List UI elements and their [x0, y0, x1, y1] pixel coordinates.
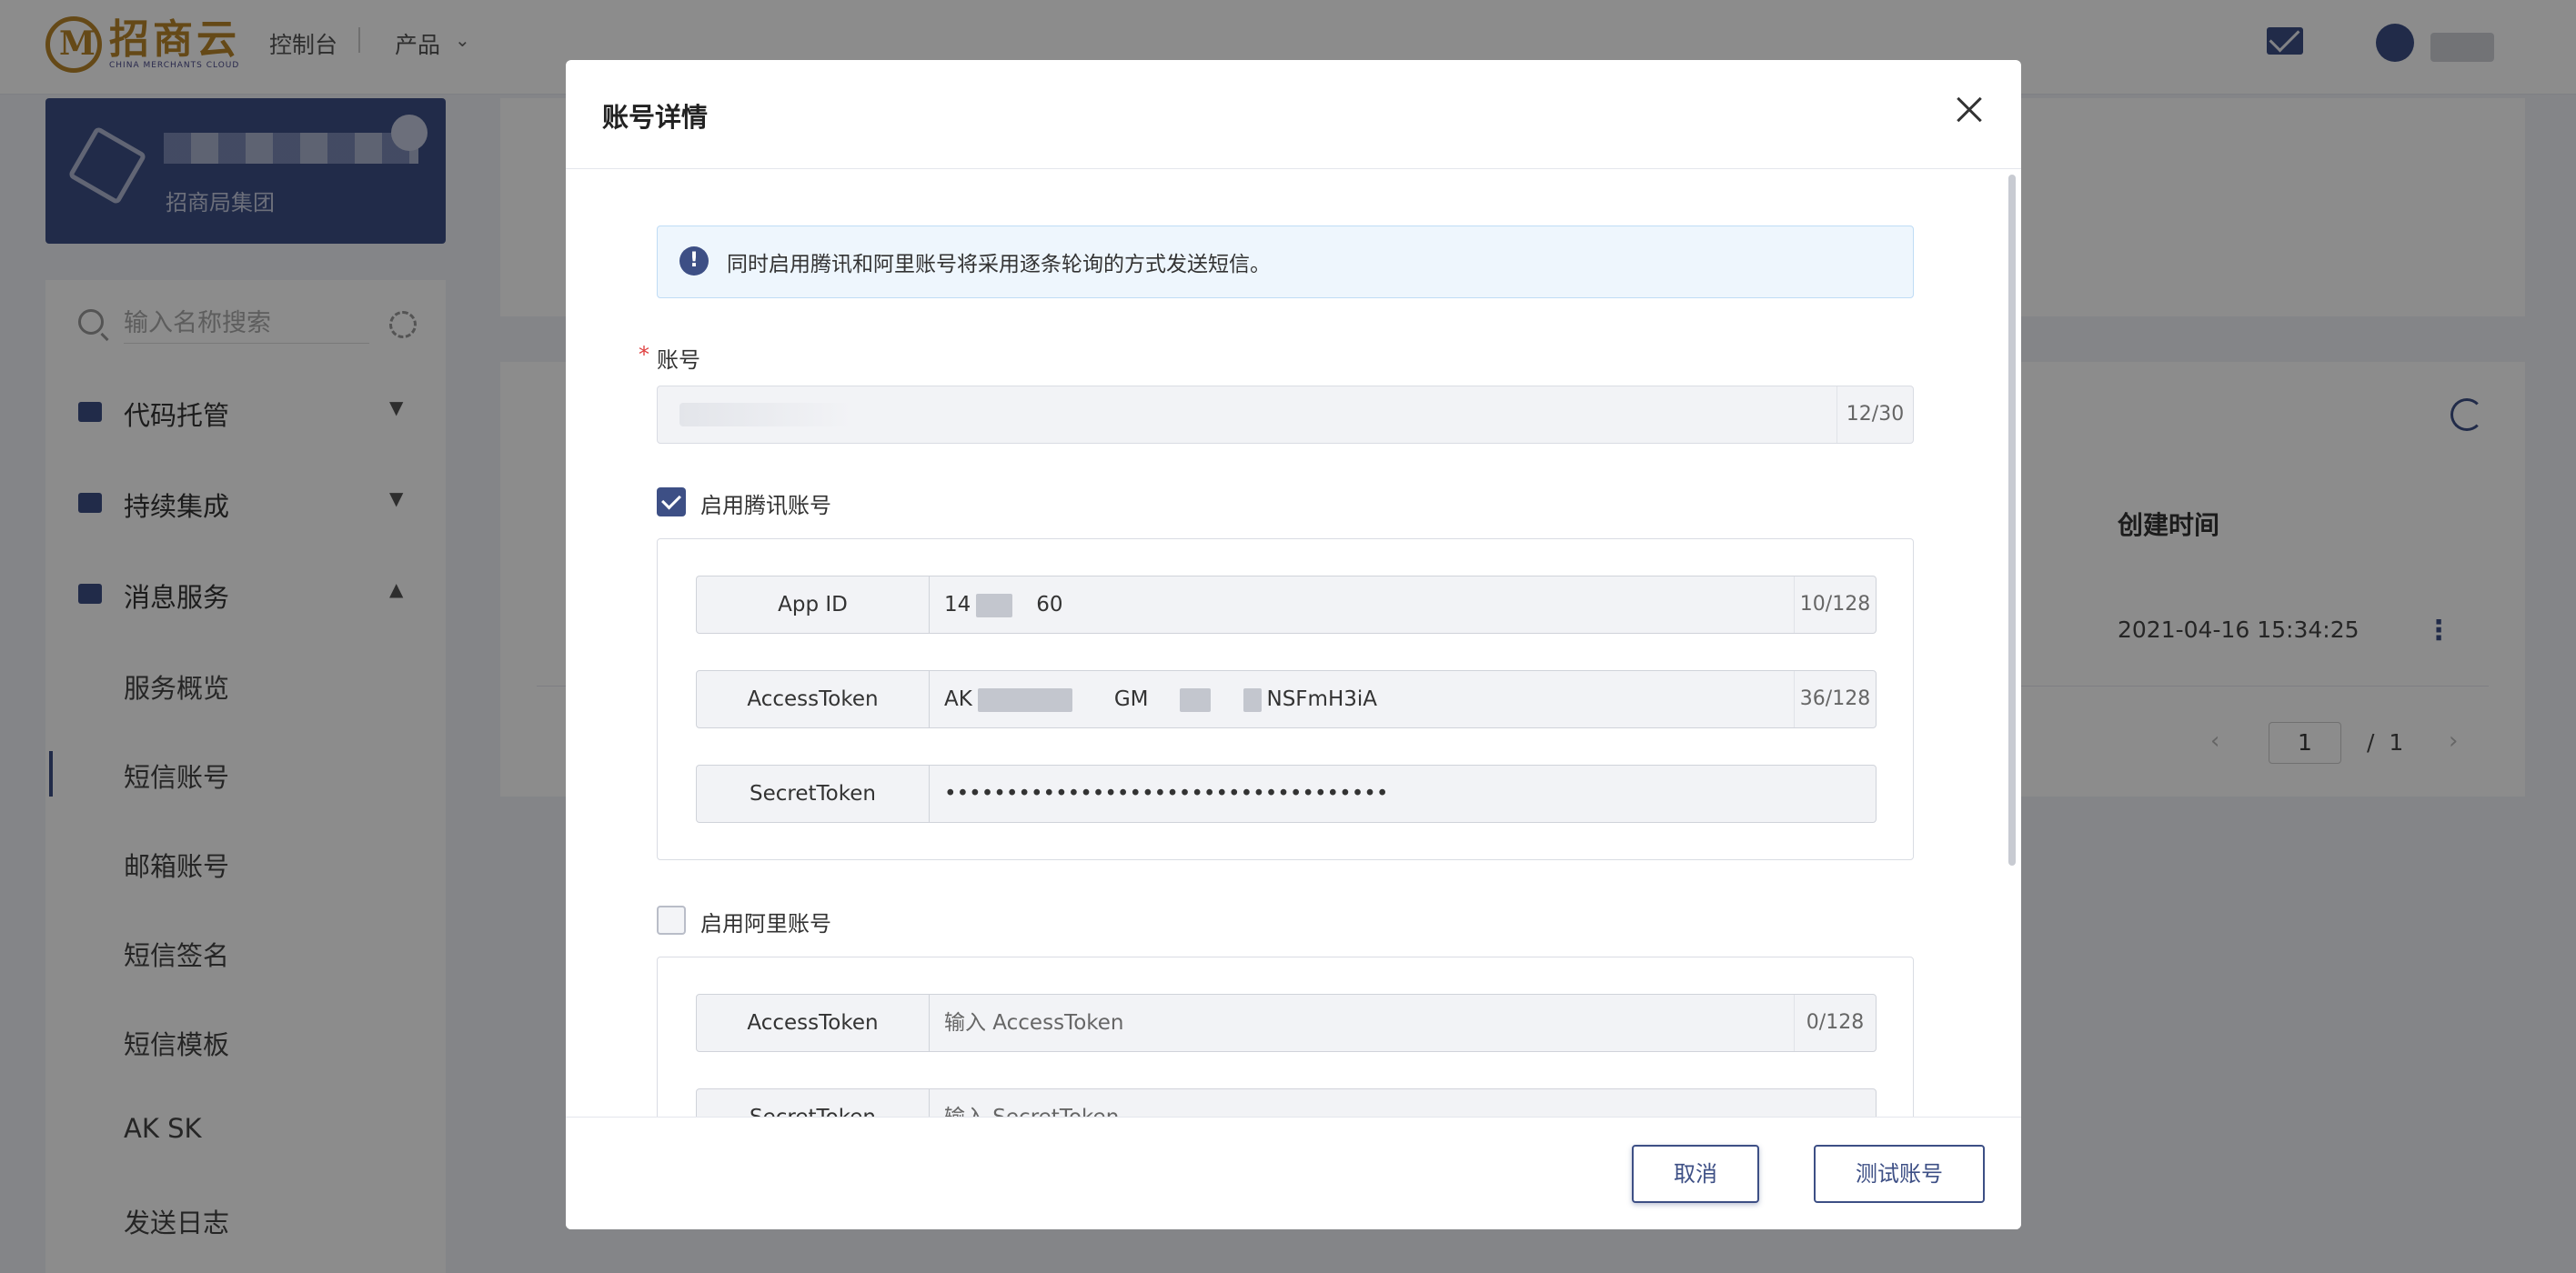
account-label: 账号	[657, 347, 700, 373]
modal-title: 账号详情	[602, 102, 709, 133]
field-key-access-token: AccessToken	[697, 671, 930, 727]
field-key-app-id: App ID	[697, 576, 930, 633]
modal-footer: 取消 测试账号	[566, 1117, 2021, 1229]
redacted-block	[1243, 687, 1262, 712]
modal-scrollbar[interactable]	[2008, 175, 2016, 866]
modal-body: ! 同时启用腾讯和阿里账号将采用逐条轮询的方式发送短信。 * 账号 12/30 …	[566, 169, 2021, 1177]
token-part-3: NSFmH3iA	[1266, 687, 1378, 711]
app-id-suffix: 60	[1036, 593, 1063, 616]
ali-access-token-char-count: 0/128	[1794, 995, 1876, 1051]
ali-access-token-cell	[930, 995, 1803, 1051]
account-char-count: 12/30	[1836, 386, 1913, 443]
account-value-redacted	[679, 403, 852, 426]
redacted-block	[1179, 687, 1211, 712]
tencent-secret-token-field[interactable]: SecretToken ••••••••••••••••••••••••••••…	[696, 765, 1877, 823]
ali-access-token-input[interactable]	[944, 1005, 1763, 1041]
access-token-value[interactable]: AK GM NSFmH3iA	[930, 671, 1803, 727]
redacted-block	[976, 593, 1013, 617]
field-key-access-token: AccessToken	[697, 995, 930, 1051]
access-token-char-count: 36/128	[1794, 671, 1876, 727]
redacted-block	[977, 687, 1072, 712]
cancel-button[interactable]: 取消	[1632, 1145, 1759, 1203]
app-id-value[interactable]: 14 60	[930, 576, 1803, 633]
secret-token-value[interactable]: ••••••••••••••••••••••••••••••••••••	[930, 766, 1803, 822]
info-icon: !	[679, 246, 709, 276]
field-key-secret-token: SecretToken	[697, 766, 930, 822]
app-id-prefix: 14	[944, 593, 971, 616]
app-id-char-count: 10/128	[1794, 576, 1876, 633]
modal-header: 账号详情	[566, 60, 2021, 169]
account-detail-modal: 账号详情 ! 同时启用腾讯和阿里账号将采用逐条轮询的方式发送短信。 * 账号 1…	[566, 60, 2021, 1229]
account-input[interactable]: 12/30	[657, 386, 1914, 444]
ali-access-token-field[interactable]: AccessToken 0/128	[696, 994, 1877, 1052]
tencent-app-id-field[interactable]: App ID 14 60 10/128	[696, 576, 1877, 634]
close-icon[interactable]	[1950, 91, 1988, 129]
test-account-button[interactable]: 测试账号	[1814, 1145, 1985, 1203]
info-alert: ! 同时启用腾讯和阿里账号将采用逐条轮询的方式发送短信。	[657, 226, 1914, 298]
tencent-fields-box: App ID 14 60 10/128 AccessToken AK GM NSFmH…	[657, 538, 1914, 860]
tencent-access-token-field[interactable]: AccessToken AK GM NSFmH3iA 36/128	[696, 670, 1877, 728]
ali-enable-checkbox[interactable]	[657, 906, 686, 935]
ali-enable-label[interactable]: 启用阿里账号	[700, 906, 831, 937]
required-mark: *	[639, 342, 649, 367]
token-part-2: GM	[1113, 687, 1149, 711]
tencent-enable-label[interactable]: 启用腾讯账号	[700, 487, 831, 519]
alert-text: 同时启用腾讯和阿里账号将采用逐条轮询的方式发送短信。	[727, 253, 1271, 276]
tencent-enable-checkbox[interactable]	[657, 487, 686, 516]
token-part-1: AK	[944, 687, 972, 711]
